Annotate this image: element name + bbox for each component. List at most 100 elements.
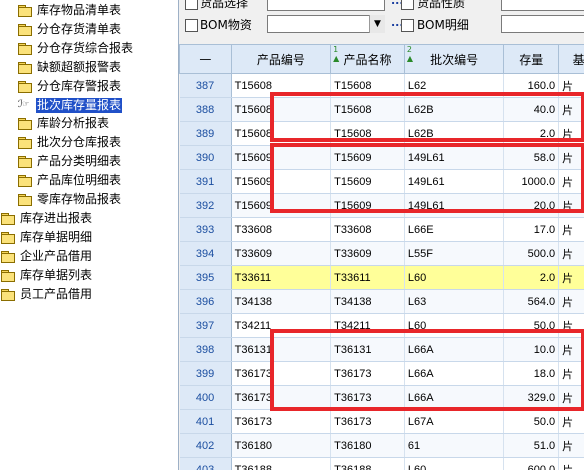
quantity-cell[interactable]: 17.0	[503, 217, 560, 242]
unit-cell[interactable]: 片	[558, 265, 584, 290]
unit-cell[interactable]: 片	[558, 217, 584, 242]
batch-number-cell[interactable]: L60	[404, 313, 505, 338]
table-row[interactable]: 399 T36173 T36173 L66A 18.0 片	[179, 361, 584, 386]
batch-number-cell[interactable]: L62	[404, 73, 505, 98]
table-row[interactable]: 387 T15608 T15608 L62 160.0 片	[179, 73, 584, 98]
batch-number-cell[interactable]: L66A	[404, 337, 505, 362]
product-name-cell[interactable]: T15608	[330, 121, 405, 146]
row-number-cell[interactable]: 387	[179, 73, 232, 98]
tree-item[interactable]: 分仓库存警报表	[18, 78, 122, 95]
product-code-cell[interactable]: T15609	[231, 193, 332, 218]
product-code-cell[interactable]: T15608	[231, 73, 332, 98]
batch-number-cell[interactable]: L60	[404, 457, 505, 470]
batch-number-cell[interactable]: L67A	[404, 409, 505, 434]
tree-item[interactable]: 零库存物品报表	[18, 191, 122, 208]
table-row[interactable]: 401 T36173 T36173 L67A 50.0 片	[179, 409, 584, 434]
product-name-cell[interactable]: T33608	[330, 217, 405, 242]
unit-cell[interactable]: 片	[558, 121, 584, 146]
quantity-cell[interactable]: 10.0	[503, 337, 560, 362]
product-name-cell[interactable]: T34138	[330, 289, 405, 314]
unit-cell[interactable]: 片	[558, 385, 584, 410]
quantity-header[interactable]: 存量	[503, 44, 560, 74]
quantity-cell[interactable]: 329.0	[503, 385, 560, 410]
product-code-cell[interactable]: T36173	[231, 409, 332, 434]
product-code-cell[interactable]: T15608	[231, 97, 332, 122]
product-nature-input[interactable]	[501, 0, 584, 11]
unit-cell[interactable]: 片	[558, 241, 584, 266]
unit-cell[interactable]: 片	[558, 361, 584, 386]
batch-number-cell[interactable]: L66A	[404, 361, 505, 386]
product-name-cell[interactable]: T36173	[330, 361, 405, 386]
bom-material-select[interactable]	[267, 15, 385, 33]
tree-item[interactable]: 企业产品借用	[1, 248, 93, 265]
table-row[interactable]: 395 T33611 T33611 L60 2.0 片	[179, 265, 584, 290]
tree-item[interactable]: 产品库位明细表	[18, 172, 122, 189]
batch-number-cell[interactable]: L55F	[404, 241, 505, 266]
product-name-cell[interactable]: T15609	[330, 169, 405, 194]
row-number-cell[interactable]: 388	[179, 97, 232, 122]
product-name-cell[interactable]: T36180	[330, 433, 405, 458]
product-code-cell[interactable]: T15608	[231, 121, 332, 146]
product-code-cell[interactable]: T36188	[231, 457, 332, 470]
quantity-cell[interactable]: 1000.0	[503, 169, 560, 194]
product-name-header[interactable]: 1 ▲ 产品名称	[330, 44, 405, 74]
product-code-cell[interactable]: T36173	[231, 385, 332, 410]
row-number-cell[interactable]: 391	[179, 169, 232, 194]
bom-detail-checkbox[interactable]	[401, 19, 414, 32]
product-code-cell[interactable]: T36180	[231, 433, 332, 458]
tree-item[interactable]: 库存进出报表	[1, 210, 93, 227]
table-row[interactable]: 402 T36180 T36180 61 51.0 片	[179, 433, 584, 458]
table-row[interactable]: 397 T34211 T34211 L60 50.0 片	[179, 313, 584, 338]
tree-item[interactable]: 员工产品借用	[1, 286, 93, 303]
table-row[interactable]: 391 T15609 T15609 149L61 1000.0 片	[179, 169, 584, 194]
row-number-header[interactable]: —	[179, 44, 232, 74]
row-number-cell[interactable]: 402	[179, 433, 232, 458]
unit-cell[interactable]: 片	[558, 433, 584, 458]
quantity-cell[interactable]: 18.0	[503, 361, 560, 386]
row-number-cell[interactable]: 399	[179, 361, 232, 386]
product-code-cell[interactable]: T36173	[231, 361, 332, 386]
unit-cell[interactable]: 片	[558, 409, 584, 434]
product-name-cell[interactable]: T36131	[330, 337, 405, 362]
table-row[interactable]: 396 T34138 T34138 L63 564.0 片	[179, 289, 584, 314]
row-number-cell[interactable]: 390	[179, 145, 232, 170]
batch-number-cell[interactable]: 149L61	[404, 169, 505, 194]
quantity-cell[interactable]: 51.0	[503, 433, 560, 458]
product-code-cell[interactable]: T33609	[231, 241, 332, 266]
batch-number-cell[interactable]: 149L61	[404, 193, 505, 218]
row-number-cell[interactable]: 394	[179, 241, 232, 266]
product-code-header[interactable]: 产品编号	[230, 44, 332, 74]
tree-item[interactable]: 库存单据列表	[1, 267, 93, 284]
batch-number-cell[interactable]: L66E	[404, 217, 505, 242]
product-nature-checkbox[interactable]	[401, 0, 414, 10]
product-select-input[interactable]	[267, 0, 385, 11]
product-name-cell[interactable]: T15608	[330, 73, 405, 98]
base-unit-header[interactable]: 基	[558, 44, 584, 74]
quantity-cell[interactable]: 58.0	[503, 145, 560, 170]
row-number-cell[interactable]: 389	[179, 121, 232, 146]
table-row[interactable]: 390 T15609 T15609 149L61 58.0 片	[179, 145, 584, 170]
quantity-cell[interactable]: 564.0	[503, 289, 560, 314]
row-number-cell[interactable]: 395	[179, 265, 232, 290]
product-name-cell[interactable]: T33609	[330, 241, 405, 266]
quantity-cell[interactable]: 20.0	[503, 193, 560, 218]
quantity-cell[interactable]: 2.0	[503, 265, 560, 290]
batch-number-cell[interactable]: L63	[404, 289, 505, 314]
product-name-cell[interactable]: T36173	[330, 385, 405, 410]
quantity-cell[interactable]: 40.0	[503, 97, 560, 122]
tree-item[interactable]: 缺额超额报警表	[18, 59, 122, 76]
table-row[interactable]: 393 T33608 T33608 L66E 17.0 片	[179, 217, 584, 242]
product-name-cell[interactable]: T33611	[330, 265, 405, 290]
product-code-cell[interactable]: T33611	[231, 265, 332, 290]
batch-number-cell[interactable]: L62B	[404, 97, 505, 122]
tree-item[interactable]: 库龄分析报表	[18, 115, 110, 132]
unit-cell[interactable]: 片	[558, 337, 584, 362]
table-row[interactable]: 403T36188T36188L60600.0片	[179, 457, 584, 470]
table-row[interactable]: 389 T15608 T15608 L62B 2.0 片	[179, 121, 584, 146]
quantity-cell[interactable]: 50.0	[503, 409, 560, 434]
unit-cell[interactable]: 片	[558, 97, 584, 122]
table-row[interactable]: 398 T36131 T36131 L66A 10.0 片	[179, 337, 584, 362]
row-number-cell[interactable]: 401	[179, 409, 232, 434]
table-row[interactable]: 392 T15609 T15609 149L61 20.0 片	[179, 193, 584, 218]
product-code-cell[interactable]: T15609	[231, 145, 332, 170]
